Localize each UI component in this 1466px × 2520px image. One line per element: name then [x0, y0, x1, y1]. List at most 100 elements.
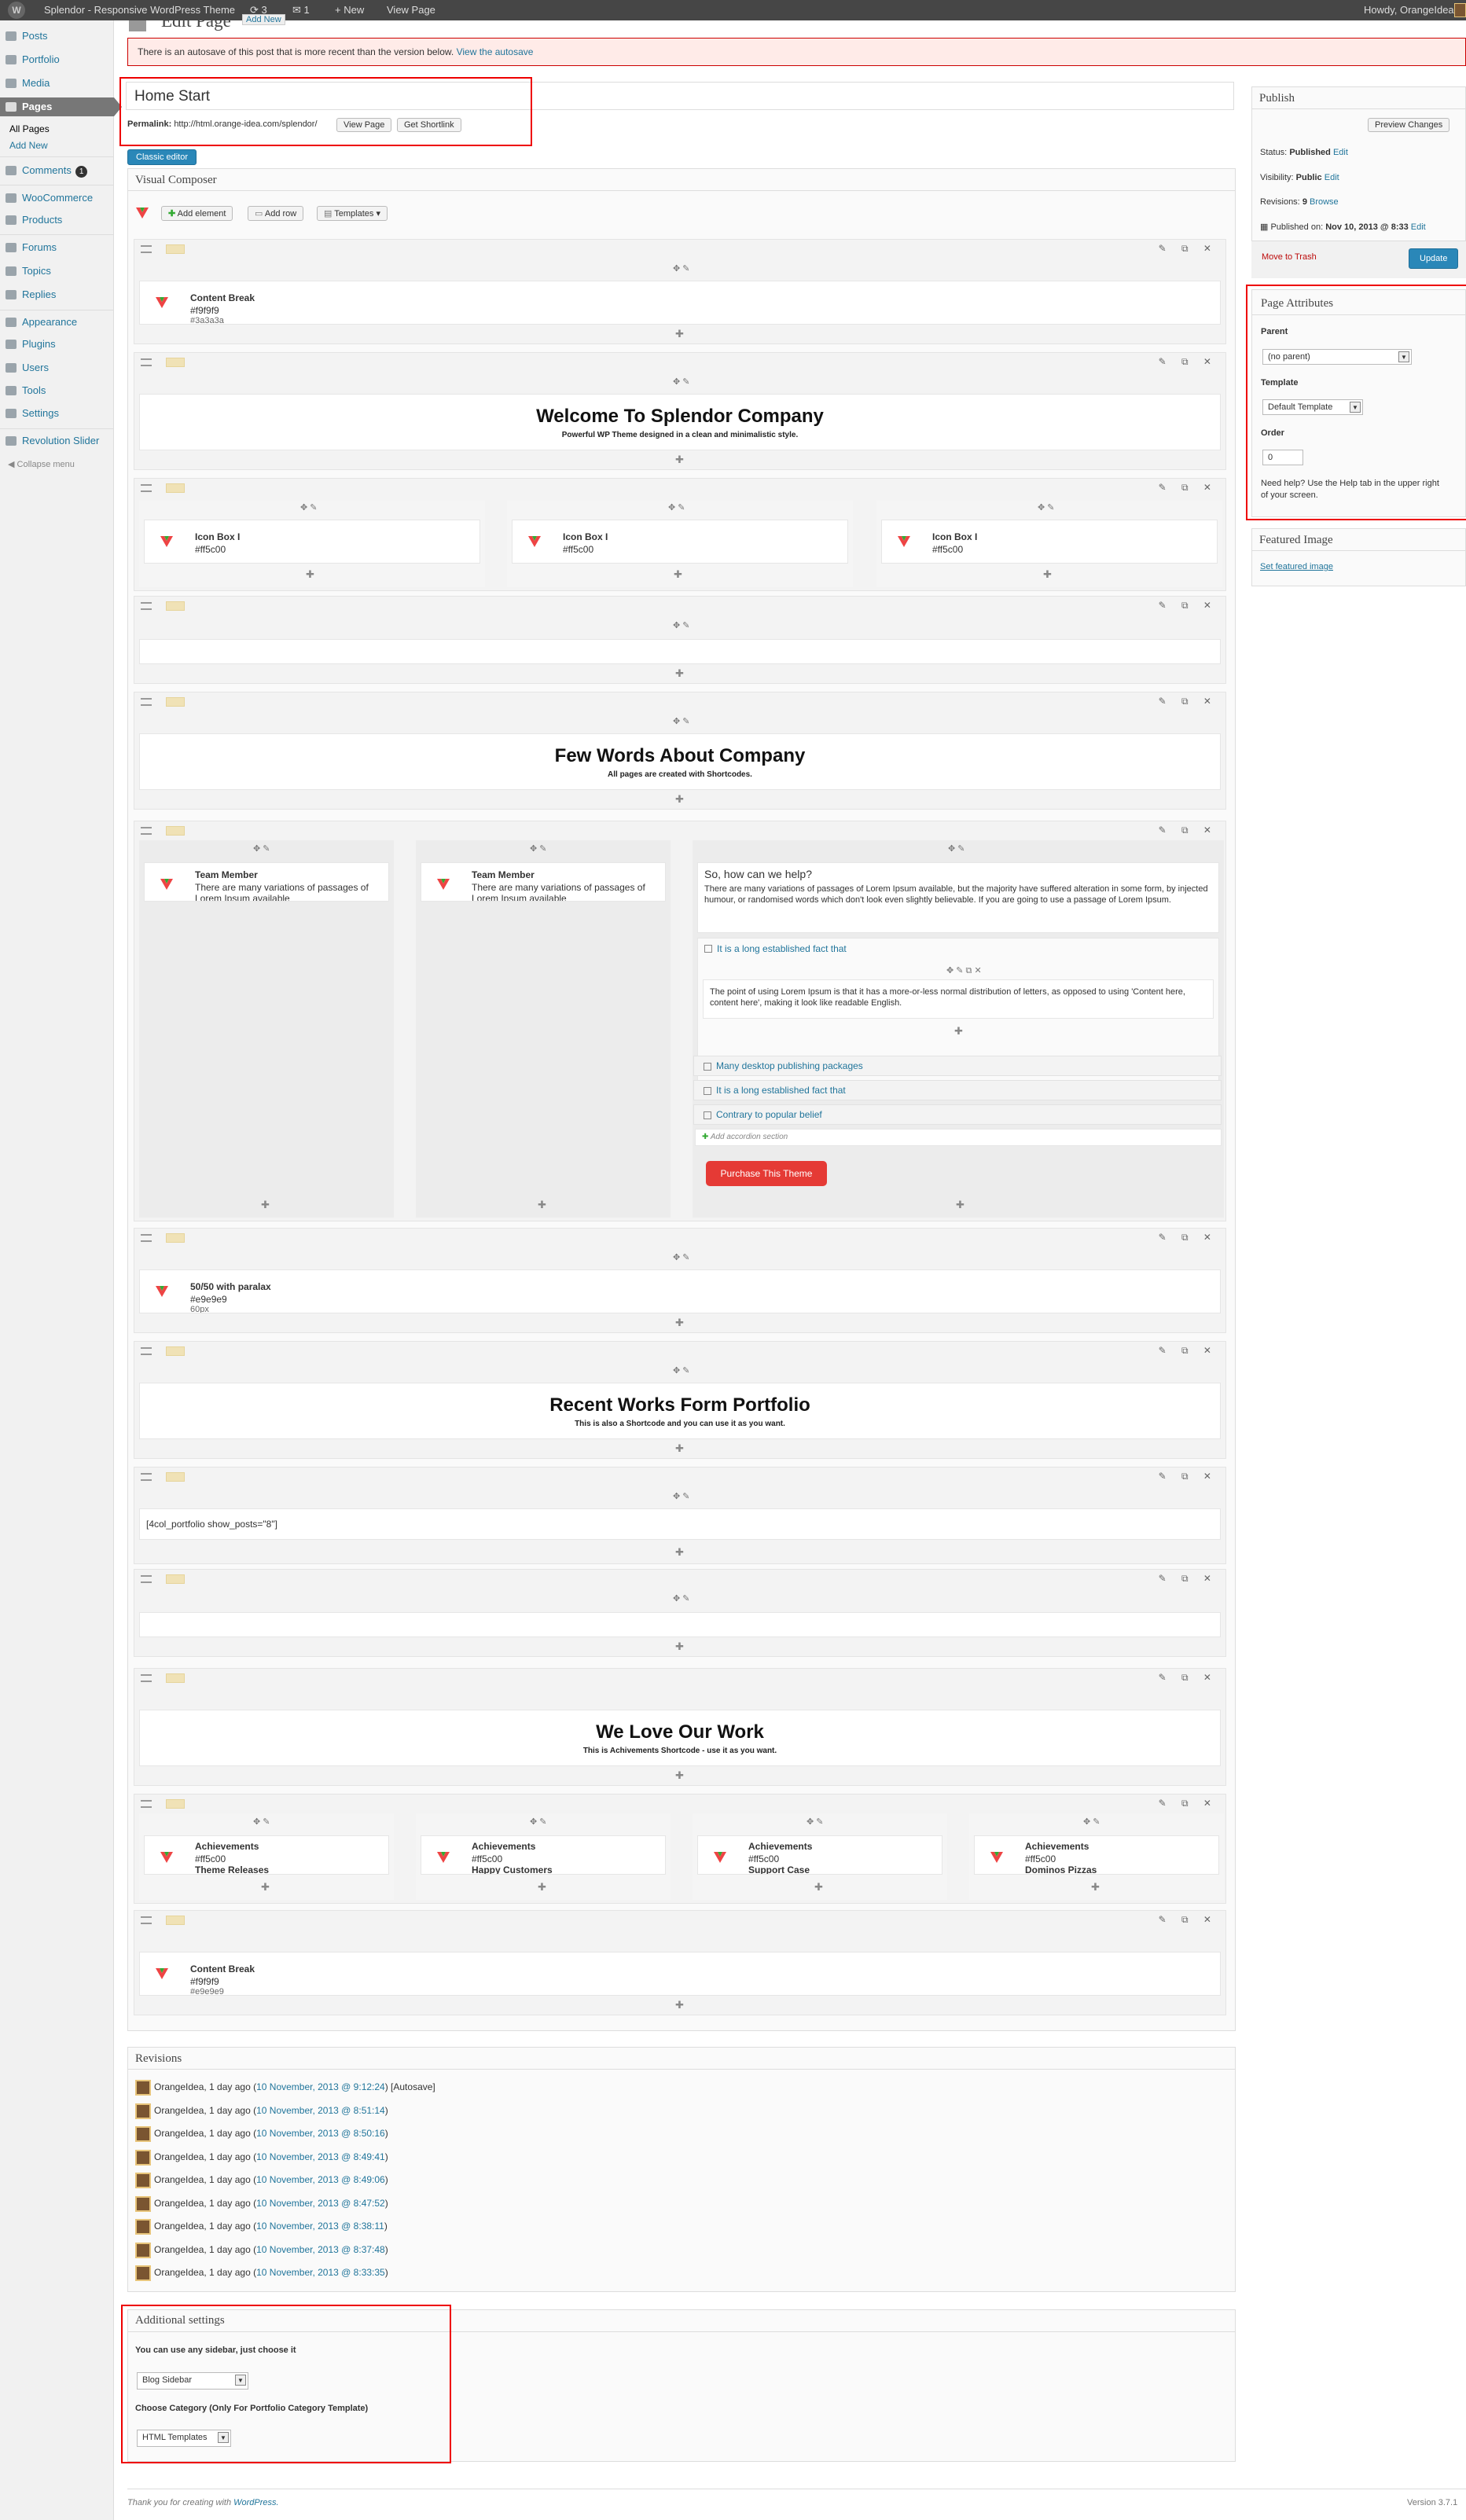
row-actions-icons[interactable]: ✎ ⧉ ✕ — [1159, 1232, 1218, 1243]
sidebar-item-revolution-slider[interactable]: Revolution Slider — [0, 432, 114, 450]
vc-element[interactable]: Achievements #ff5c00 Dominos Pizzas — [974, 1835, 1219, 1875]
vc-element[interactable]: Team Member There are many variations of … — [421, 862, 666, 902]
purchase-theme-button[interactable]: Purchase This Theme — [706, 1161, 827, 1186]
preview-changes-button[interactable]: Preview Changes — [1368, 118, 1450, 132]
drag-handle-icon[interactable] — [141, 1916, 152, 1924]
column-edit-icons[interactable]: ✥ ✎ — [668, 502, 685, 512]
sidebar-item-settings[interactable]: Settings — [0, 404, 114, 423]
drag-handle-icon[interactable] — [141, 245, 152, 253]
sidebar-item-plugins[interactable]: Plugins — [0, 335, 114, 354]
add-element-icon[interactable]: ✚ — [675, 1317, 684, 1329]
add-element-icon[interactable]: ✚ — [675, 793, 684, 806]
wordpress-logo-icon[interactable]: W — [8, 2, 25, 19]
row-actions-icons[interactable]: ✎ ⧉ ✕ — [1159, 1798, 1218, 1809]
sidebar-item-portfolio[interactable]: Portfolio — [0, 50, 114, 69]
accordion-section[interactable]: It is a long established fact that — [693, 1080, 1222, 1100]
add-element-icon[interactable]: ✚ — [674, 568, 682, 581]
column-layout-icon[interactable] — [166, 1233, 185, 1243]
vc-element[interactable]: Icon Box I #ff5c00 — [881, 520, 1218, 564]
row-actions-icons[interactable]: ✎ ⧉ ✕ — [1159, 356, 1218, 368]
column-edit-icons[interactable]: ✥ ✎ — [1038, 502, 1055, 512]
classic-editor-button[interactable]: Classic editor — [127, 149, 197, 165]
add-new-page-button[interactable]: Add New — [242, 14, 285, 25]
vc-element[interactable]: Achievements #ff5c00 Theme Releases — [144, 1835, 389, 1875]
drag-handle-icon[interactable] — [141, 827, 152, 835]
sidebar-item-replies[interactable]: Replies — [0, 285, 114, 304]
column-edit-icons[interactable]: ✥ ✎ — [806, 1817, 824, 1827]
revision-link[interactable]: 10 November, 2013 @ 8:33:35 — [256, 2267, 385, 2278]
column-edit-icons[interactable]: ✥ ✎ — [673, 263, 690, 274]
accordion-content[interactable]: The point of using Lorem Ipsum is that i… — [703, 979, 1214, 1019]
column-edit-icons[interactable]: ✥ ✎ — [253, 1817, 270, 1827]
vc-text-element[interactable]: Few Words About Company All pages are cre… — [139, 733, 1221, 790]
add-element-icon[interactable]: ✚ — [675, 667, 684, 680]
sidebar-item-users[interactable]: Users — [0, 358, 114, 377]
vc-element[interactable]: Team Member There are many variations of … — [144, 862, 389, 902]
submenu-all-pages[interactable]: All Pages — [9, 123, 50, 134]
row-actions-icons[interactable]: ✎ ⧉ ✕ — [1159, 1573, 1218, 1585]
vc-element[interactable]: Icon Box I #ff5c00 — [144, 520, 480, 564]
vc-element[interactable]: 50/50 with paralax #e9e9e9 60px — [139, 1269, 1221, 1313]
column-edit-icons[interactable]: ✥ ✎ — [673, 1252, 690, 1262]
add-element-icon[interactable]: ✚ — [538, 1199, 546, 1211]
vc-text-element[interactable]: We Love Our Work This is Achivements Shor… — [139, 1710, 1221, 1766]
vc-element[interactable]: Content Break #f9f9f9 #e9e9e9 — [139, 1952, 1221, 1996]
submenu-add-new[interactable]: Add New — [9, 140, 48, 151]
accordion-section[interactable]: Contrary to popular belief — [693, 1104, 1222, 1125]
vc-text-element[interactable]: Welcome To Splendor Company Powerful WP T… — [139, 394, 1221, 450]
row-actions-icons[interactable]: ✎ ⧉ ✕ — [1159, 1914, 1218, 1926]
sidebar-item-appearance[interactable]: Appearance — [0, 313, 114, 332]
sidebar-item-products[interactable]: Products — [0, 211, 114, 230]
drag-handle-icon[interactable] — [141, 602, 152, 610]
column-edit-icons[interactable]: ✥ ✎ — [673, 716, 690, 726]
column-layout-icon[interactable] — [166, 244, 185, 254]
add-element-icon[interactable]: ✚ — [261, 1199, 270, 1211]
column-edit-icons[interactable]: ✥ ✎ — [530, 1817, 547, 1827]
add-element-button[interactable]: ✚ Add element — [161, 206, 233, 221]
row-actions-icons[interactable]: ✎ ⧉ ✕ — [1159, 1471, 1218, 1482]
column-layout-icon[interactable] — [166, 1799, 185, 1809]
accordion-section-title[interactable]: It is a long established fact that — [704, 943, 847, 954]
edit-status-link[interactable]: Edit — [1333, 148, 1348, 157]
revision-link[interactable]: 10 November, 2013 @ 8:47:52 — [256, 2198, 385, 2209]
new-content-link[interactable]: + New — [335, 4, 364, 16]
row-actions-icons[interactable]: ✎ ⧉ ✕ — [1159, 1345, 1218, 1357]
revision-link[interactable]: 10 November, 2013 @ 8:51:14 — [256, 2105, 385, 2116]
row-actions-icons[interactable]: ✎ ⧉ ✕ — [1159, 243, 1218, 255]
revision-link[interactable]: 10 November, 2013 @ 8:49:41 — [256, 2151, 385, 2162]
add-element-icon[interactable]: ✚ — [1091, 1881, 1100, 1894]
collapse-menu-button[interactable]: ◀ Collapse menu — [8, 459, 75, 469]
add-element-icon[interactable]: ✚ — [956, 1199, 964, 1211]
column-edit-icons[interactable]: ✥ ✎ — [673, 1593, 690, 1603]
edit-date-link[interactable]: Edit — [1411, 222, 1426, 232]
revision-link[interactable]: 10 November, 2013 @ 8:38:11 — [256, 2221, 384, 2232]
vc-element[interactable]: Achievements #ff5c00 Happy Customers — [421, 1835, 666, 1875]
drag-handle-icon[interactable] — [141, 698, 152, 706]
column-layout-icon[interactable] — [166, 1916, 185, 1925]
view-autosave-link[interactable]: View the autosave — [457, 46, 534, 57]
column-edit-icons[interactable]: ✥ ✎ — [530, 843, 547, 854]
add-element-icon[interactable]: ✚ — [675, 1442, 684, 1455]
sidebar-item-posts[interactable]: Posts — [0, 27, 114, 46]
add-element-icon[interactable]: ✚ — [261, 1881, 270, 1894]
vc-empty-element[interactable] — [139, 639, 1221, 664]
row-actions-icons[interactable]: ✎ ⧉ ✕ — [1159, 1672, 1218, 1684]
add-element-icon[interactable]: ✚ — [675, 328, 684, 340]
user-avatar[interactable] — [1454, 3, 1466, 17]
vc-element[interactable]: Icon Box I #ff5c00 — [512, 520, 848, 564]
add-element-icon[interactable]: ✚ — [675, 1640, 684, 1653]
browse-revisions-link[interactable]: Browse — [1310, 197, 1339, 207]
move-to-trash-link[interactable]: Move to Trash — [1262, 252, 1317, 262]
column-edit-icons[interactable]: ✥ ✎ — [253, 843, 270, 854]
row-actions-icons[interactable]: ✎ ⧉ ✕ — [1159, 600, 1218, 612]
drag-handle-icon[interactable] — [141, 1234, 152, 1242]
revision-link[interactable]: 10 November, 2013 @ 9:12:24 — [256, 2081, 385, 2092]
add-element-icon[interactable]: ✚ — [814, 1881, 823, 1894]
column-layout-icon[interactable] — [166, 1673, 185, 1683]
add-element-icon[interactable]: ✚ — [538, 1881, 546, 1894]
vc-element[interactable]: Content Break #f9f9f9 #3a3a3a — [139, 281, 1221, 325]
sidebar-item-woocommerce[interactable]: WooCommerce — [0, 189, 114, 208]
revision-link[interactable]: 10 November, 2013 @ 8:50:16 — [256, 2128, 385, 2139]
add-element-icon[interactable]: ✚ — [675, 1769, 684, 1782]
sidebar-item-media[interactable]: Media — [0, 74, 114, 93]
